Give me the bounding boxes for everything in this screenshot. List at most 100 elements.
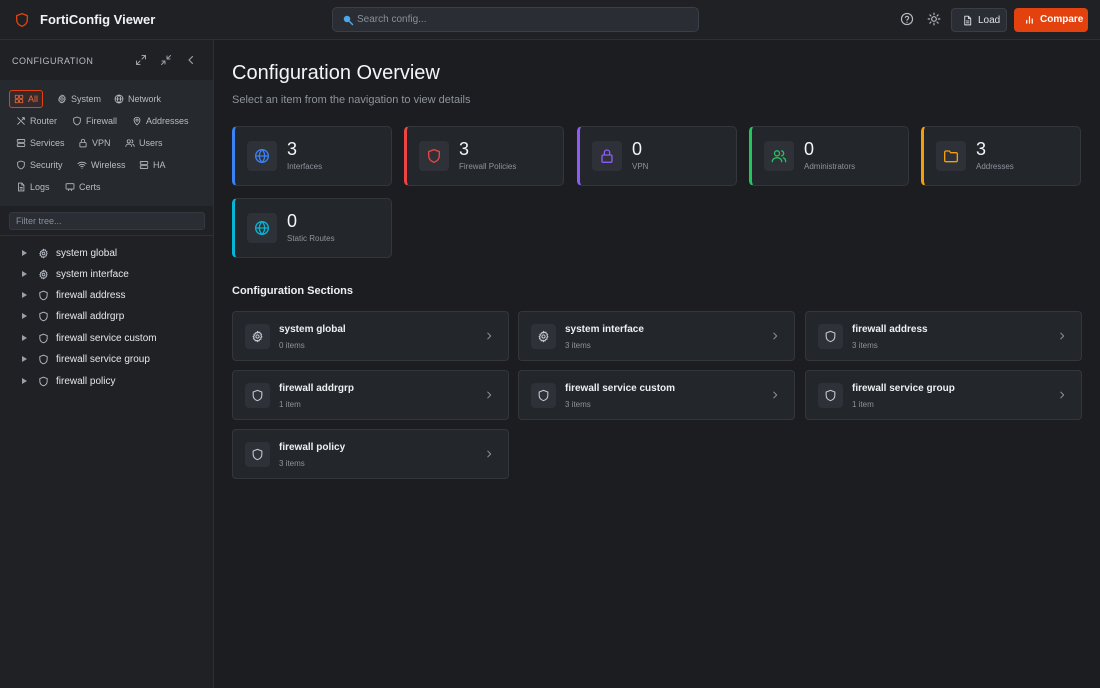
tree-item-firewall-address[interactable]: firewall address [22, 287, 202, 303]
section-icon-box [818, 383, 843, 408]
section-card-firewall-policy[interactable]: firewall policy 3 items [232, 429, 509, 479]
section-count: 3 items [852, 341, 878, 350]
filter-chip-network[interactable]: Network [114, 91, 161, 107]
chevron-right-icon [484, 390, 494, 400]
stat-card-vpn[interactable]: 0 VPN [577, 126, 737, 186]
collapse-sidebar-chevron-left-icon[interactable] [185, 54, 197, 66]
compare-button[interactable]: Compare [1014, 8, 1088, 32]
section-icon-box [531, 383, 556, 408]
expand-caret-icon[interactable] [22, 335, 27, 341]
section-icon-box [245, 442, 270, 467]
server-icon [139, 160, 149, 170]
section-title: firewall service group [852, 383, 955, 394]
section-title: system global [279, 324, 346, 335]
search-input[interactable] [357, 8, 687, 31]
file-icon [962, 15, 973, 26]
tree-item-firewall-policy[interactable]: firewall policy [22, 373, 202, 389]
stat-card-static-routes[interactable]: 0 Static Routes [232, 198, 392, 258]
shield-icon [251, 389, 264, 402]
collapse-all-icon[interactable] [160, 54, 172, 66]
theme-toggle-sun-icon[interactable] [927, 12, 941, 26]
tree-item-system-global[interactable]: system global [22, 245, 202, 261]
section-title: system interface [565, 324, 644, 335]
expand-caret-icon[interactable] [22, 271, 27, 277]
search-icon [343, 15, 354, 26]
stat-card-addresses[interactable]: 3 Addresses [921, 126, 1081, 186]
stat-value: 3 [976, 139, 987, 159]
category-filters: All System Network Router Firewall Addre… [0, 80, 213, 206]
filter-chip-firewall[interactable]: Firewall [72, 113, 117, 129]
globe-icon [254, 148, 270, 164]
users-icon [125, 138, 135, 148]
filter-chip-label: Addresses [146, 116, 189, 126]
filter-chip-label: Router [30, 116, 58, 126]
filter-chip-label: System [71, 94, 102, 104]
server-icon [16, 138, 26, 148]
tree-item-label: firewall address [56, 289, 126, 301]
section-count: 0 items [279, 341, 305, 350]
filter-chip-router[interactable]: Router [16, 113, 57, 129]
divider [0, 235, 213, 236]
stat-card-interfaces[interactable]: 3 Interfaces [232, 126, 392, 186]
tree-item-label: firewall addrgrp [56, 310, 125, 322]
app-title: FortiConfig Viewer [40, 12, 156, 27]
expand-caret-icon[interactable] [22, 292, 27, 298]
shield-icon [16, 160, 26, 170]
shield-icon [38, 354, 49, 365]
stat-label: Firewall Policies [459, 162, 517, 171]
stat-card-firewall-policies[interactable]: 3 Firewall Policies [404, 126, 564, 186]
filter-chip-logs[interactable]: Logs [16, 179, 50, 195]
stat-label: Administrators [804, 162, 856, 171]
filter-chip-system[interactable]: System [57, 91, 101, 107]
section-card-system-global[interactable]: system global 0 items [232, 311, 509, 361]
file-icon [16, 182, 26, 192]
section-count: 1 item [279, 400, 301, 409]
section-icon-box [245, 324, 270, 349]
section-icon-box [531, 324, 556, 349]
section-card-system-interface[interactable]: system interface 3 items [518, 311, 795, 361]
section-card-firewall-service-custom[interactable]: firewall service custom 3 items [518, 370, 795, 420]
tree-item-system-interface[interactable]: system interface [22, 266, 202, 282]
filter-chip-vpn[interactable]: VPN [78, 135, 111, 151]
app-header: FortiConfig Viewer Load Compare [0, 0, 1100, 40]
stat-value: 3 [287, 139, 298, 159]
tree-item-firewall-addrgrp[interactable]: firewall addrgrp [22, 308, 202, 324]
filter-chip-label: Users [139, 138, 163, 148]
stat-icon-box [419, 141, 449, 171]
expand-caret-icon[interactable] [22, 356, 27, 362]
search-box[interactable] [332, 7, 699, 32]
stat-value: 3 [459, 139, 470, 159]
filter-chip-ha[interactable]: HA [139, 157, 166, 173]
stat-card-administrators[interactable]: 0 Administrators [749, 126, 909, 186]
gear-icon [537, 330, 550, 343]
expand-caret-icon[interactable] [22, 250, 27, 256]
filter-chip-users[interactable]: Users [125, 135, 163, 151]
page-subtitle: Select an item from the navigation to vi… [232, 94, 471, 106]
stat-label: Static Routes [287, 234, 335, 243]
load-button[interactable]: Load [951, 8, 1007, 32]
expand-caret-icon[interactable] [22, 378, 27, 384]
sidebar-title: CONFIGURATION [12, 56, 94, 66]
filter-chip-all[interactable]: All [9, 90, 44, 108]
stat-icon-box [936, 141, 966, 171]
expand-caret-icon[interactable] [22, 313, 27, 319]
filter-chip-label: Logs [30, 182, 50, 192]
tree-item-firewall-service-group[interactable]: firewall service group [22, 351, 202, 367]
expand-all-icon[interactable] [135, 54, 147, 66]
stat-value: 0 [804, 139, 815, 159]
section-card-firewall-address[interactable]: firewall address 3 items [805, 311, 1082, 361]
filter-chip-security[interactable]: Security [16, 157, 63, 173]
filter-tree-input[interactable] [9, 212, 205, 230]
filter-chip-addresses[interactable]: Addresses [132, 113, 189, 129]
tree-item-firewall-service-custom[interactable]: firewall service custom [22, 330, 202, 346]
section-title: firewall address [852, 324, 928, 335]
section-count: 3 items [565, 341, 591, 350]
shield-icon [251, 448, 264, 461]
filter-chip-certs[interactable]: Certs [65, 179, 101, 195]
page-title: Configuration Overview [232, 62, 440, 84]
section-card-firewall-addrgrp[interactable]: firewall addrgrp 1 item [232, 370, 509, 420]
section-card-firewall-service-group[interactable]: firewall service group 1 item [805, 370, 1082, 420]
help-icon[interactable] [900, 12, 914, 26]
filter-chip-services[interactable]: Services [16, 135, 65, 151]
filter-chip-wireless[interactable]: Wireless [77, 157, 126, 173]
